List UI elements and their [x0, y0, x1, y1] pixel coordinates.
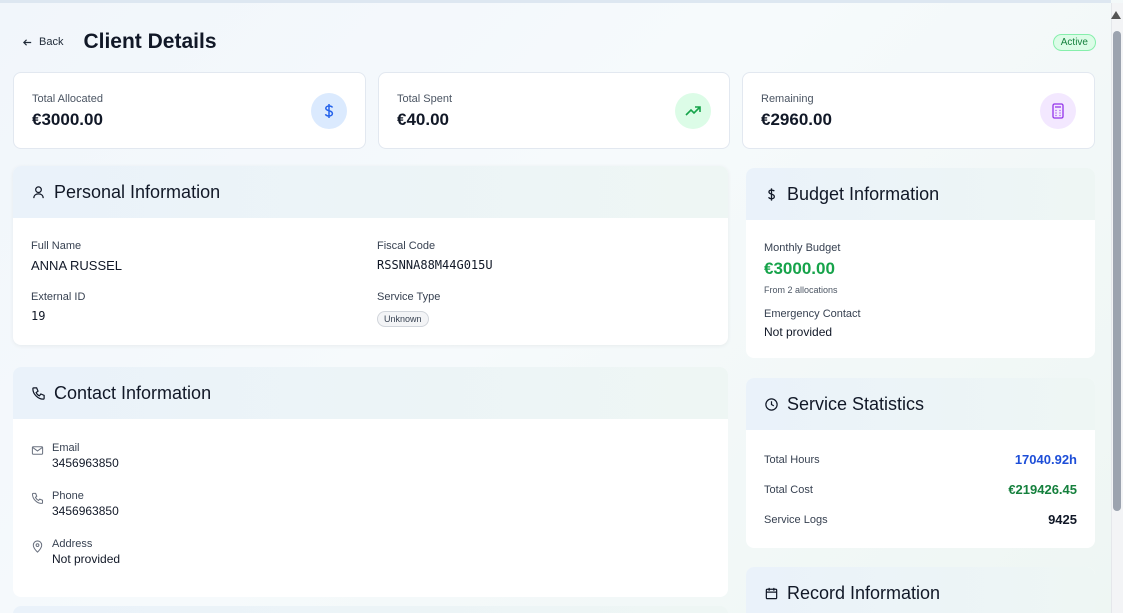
card-title: Contact Information [54, 382, 212, 403]
card-header: Service Statistics [746, 378, 1095, 430]
contact-address: Address Not provided [31, 538, 120, 566]
card-title: Budget Information [787, 183, 940, 204]
card-title: Service Statistics [787, 393, 925, 414]
total-cost-value: €219426.45 [1008, 482, 1077, 497]
email-value: 3456963850 [52, 456, 119, 470]
stat-card-total-allocated: Total Allocated €3000.00 [13, 72, 366, 149]
monthly-budget-value: €3000.00 [764, 259, 835, 278]
allocations-note: From 2 allocations [764, 285, 838, 295]
full-name-label: Full Name [31, 240, 82, 252]
contact-email: Email 3456963850 [31, 442, 119, 470]
top-border [0, 0, 1111, 3]
monthly-budget-label: Monthly Budget [764, 242, 841, 254]
trending-up-icon [675, 93, 711, 129]
card-title: Record Information [787, 582, 941, 603]
stat-value: €3000.00 [32, 110, 103, 129]
external-id-value: 19 [31, 309, 46, 323]
dollar-icon [768, 187, 775, 201]
contact-information-card: Contact Information Email 3456963850 Pho… [13, 367, 728, 597]
total-hours-value: 17040.92h [1014, 452, 1077, 467]
scroll-up-arrow-icon[interactable] [1111, 11, 1121, 19]
card-header: Personal Information [13, 166, 728, 218]
personal-information-card: Personal Information Full Name ANNA RUSS… [13, 166, 728, 345]
scroll-thumb[interactable] [1113, 31, 1121, 511]
dollar-icon [311, 93, 347, 129]
arrow-left-icon [22, 38, 32, 46]
total-cost-label: Total Cost [764, 483, 813, 496]
fiscal-code-label: Fiscal Code [377, 240, 436, 252]
budget-information-card: Budget Information Monthly Budget €3000.… [746, 168, 1095, 358]
stat-row-total-cost: Total Cost €219426.45 [764, 482, 1077, 497]
service-logs-value: 9425 [1048, 512, 1077, 527]
next-card-header [13, 606, 728, 613]
phone-label: Phone [52, 490, 84, 502]
clock-icon [765, 397, 778, 411]
card-header: Contact Information [13, 367, 728, 419]
service-statistics-card: Service Statistics Total Hours 17040.92h… [746, 378, 1095, 548]
service-logs-label: Service Logs [764, 513, 828, 526]
stat-label: Total Spent [397, 93, 453, 105]
phone-value: 3456963850 [52, 504, 119, 518]
stat-value: €40.00 [397, 110, 449, 129]
phone-icon [31, 492, 44, 504]
page-title: Client Details [83, 30, 217, 53]
stat-card-total-spent: Total Spent €40.00 [378, 72, 730, 149]
page-header: Back Client Details Active [22, 26, 1096, 58]
card-header: Budget Information [746, 168, 1095, 220]
external-id-label: External ID [31, 291, 86, 303]
card-title: Personal Information [54, 181, 221, 202]
full-name-value: ANNA RUSSEL [31, 258, 123, 273]
stat-label: Total Allocated [32, 93, 103, 105]
service-type-badge: Unknown [377, 311, 429, 327]
stat-row-service-logs: Service Logs 9425 [764, 512, 1077, 527]
stat-card-remaining: Remaining €2960.00 [742, 72, 1095, 149]
service-type-label: Service Type [377, 291, 441, 303]
fiscal-code-value: RSSNNA88M44G015U [377, 258, 493, 272]
calendar-icon [765, 587, 778, 599]
phone-icon [32, 386, 45, 400]
mail-icon [31, 446, 44, 455]
status-badge: Active [1052, 33, 1096, 51]
map-pin-icon [32, 540, 43, 553]
card-header: Record Information [746, 567, 1095, 613]
stat-label: Remaining [761, 93, 814, 105]
address-value: Not provided [52, 552, 121, 566]
emergency-contact-label: Emergency Contact [764, 308, 861, 320]
stat-value: €2960.00 [761, 110, 832, 129]
back-button[interactable]: Back [22, 36, 63, 48]
total-hours-label: Total Hours [764, 453, 820, 466]
scrollbar[interactable] [1111, 3, 1123, 613]
emergency-contact-value: Not provided [764, 325, 833, 339]
user-icon [33, 185, 44, 198]
back-label: Back [39, 36, 64, 48]
address-label: Address [52, 538, 93, 550]
record-information-card: Record Information [746, 567, 1095, 613]
calculator-icon [1040, 93, 1076, 129]
stat-row-total-hours: Total Hours 17040.92h [764, 452, 1077, 467]
contact-phone: Phone 3456963850 [31, 490, 119, 518]
email-label: Email [52, 442, 80, 454]
